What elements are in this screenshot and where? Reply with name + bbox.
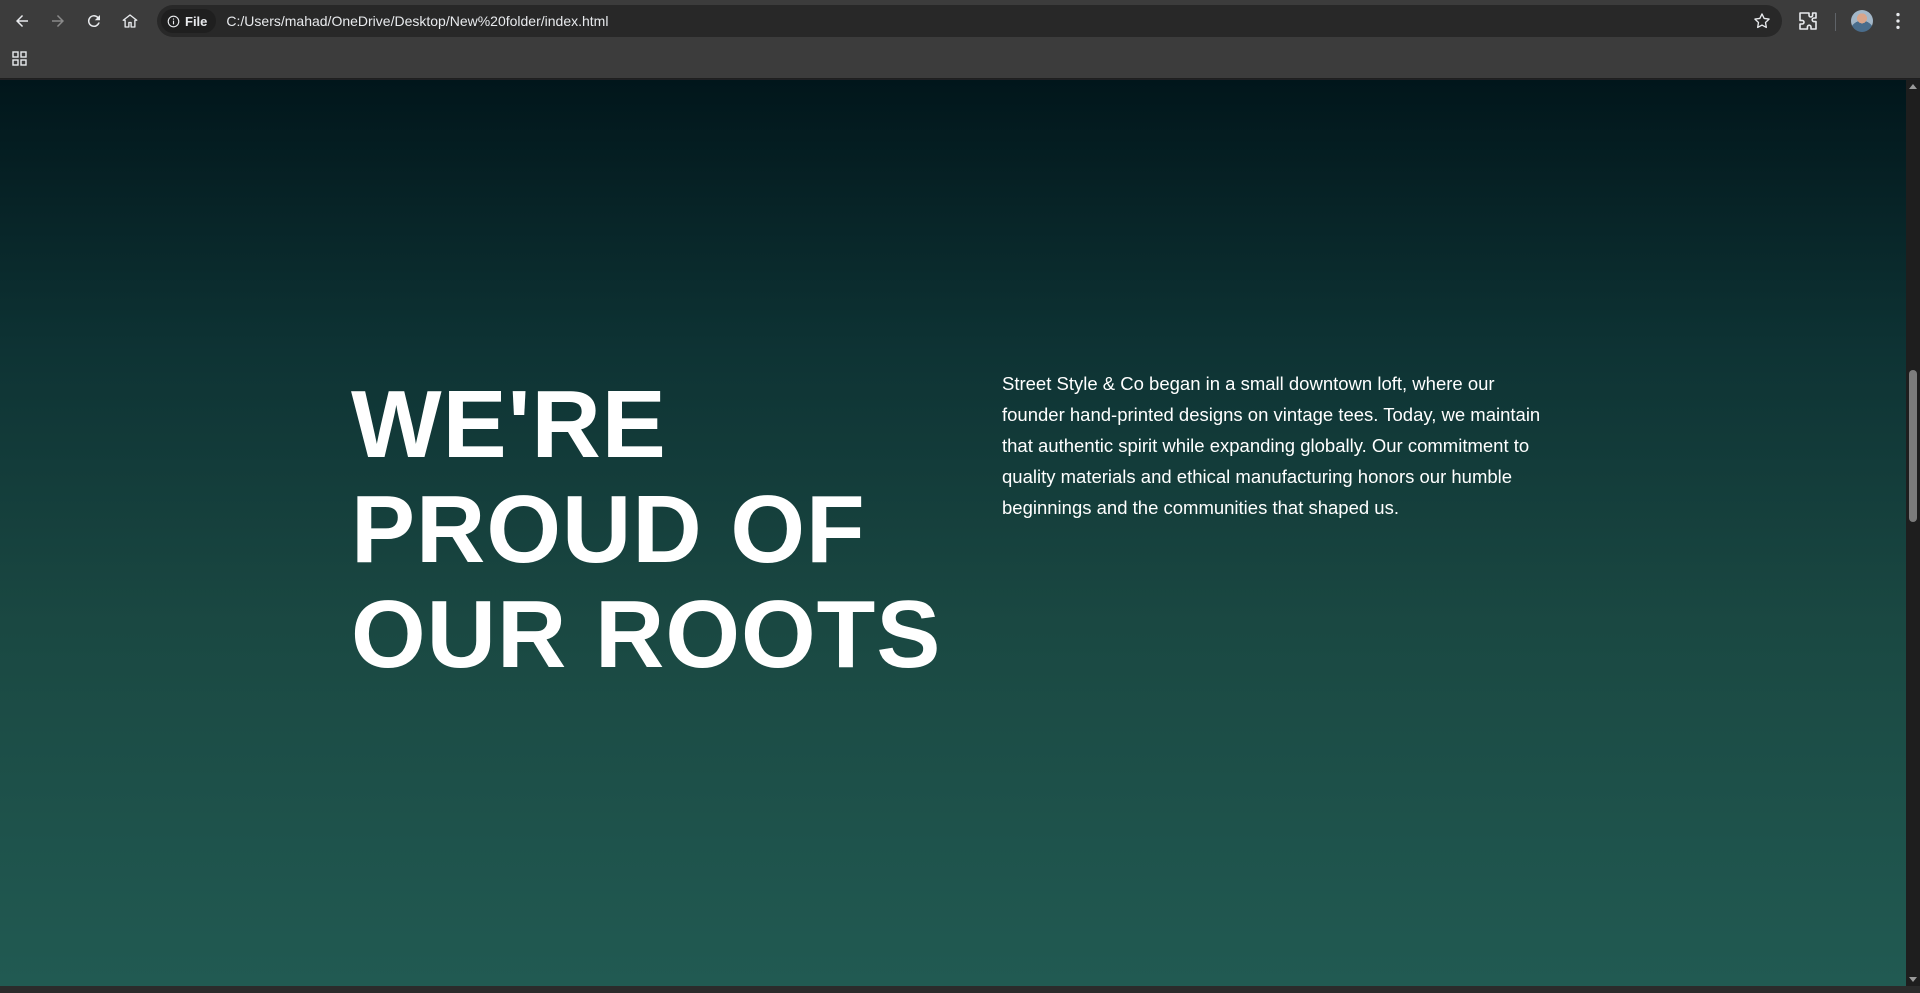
site-info-chip[interactable]: File <box>161 9 217 33</box>
url-text[interactable]: C:/Users/mahad/OneDrive/Desktop/New%20fo… <box>226 13 608 29</box>
page-viewport: WE'RE PROUD OF OUR ROOTS Street Style & … <box>0 80 1906 986</box>
browser-toolbar: File C:/Users/mahad/OneDrive/Desktop/New… <box>0 0 1920 42</box>
info-icon <box>167 15 180 27</box>
forward-arrow-icon[interactable] <box>40 3 76 39</box>
hero-paragraph: Street Style & Co began in a small downt… <box>1002 373 1541 518</box>
puzzle-icon[interactable] <box>1796 9 1820 33</box>
kebab-menu-icon[interactable] <box>1887 10 1909 32</box>
reload-icon[interactable] <box>76 3 112 39</box>
scroll-down-arrow-icon[interactable] <box>1909 977 1917 982</box>
hero-title: WE'RE PROUD OF OUR ROOTS <box>351 372 971 687</box>
hero-title-line-2: PROUD OF <box>351 476 866 583</box>
apps-grid-icon[interactable] <box>11 50 29 68</box>
star-icon[interactable] <box>1752 11 1772 31</box>
vertical-scrollbar[interactable] <box>1906 80 1920 986</box>
home-icon[interactable] <box>112 3 148 39</box>
scroll-up-arrow-icon[interactable] <box>1909 84 1917 89</box>
back-arrow-icon[interactable] <box>4 3 40 39</box>
avatar[interactable] <box>1851 10 1873 32</box>
address-bar[interactable]: File C:/Users/mahad/OneDrive/Desktop/New… <box>157 5 1782 37</box>
scrollbar-thumb[interactable] <box>1909 370 1917 522</box>
hero-title-line-3: OUR ROOTS <box>351 581 942 688</box>
bookmarks-bar <box>0 42 1920 79</box>
site-chip-label: File <box>185 13 208 29</box>
window-bottom-edge <box>0 986 1920 993</box>
hero-title-line-1: WE'RE <box>351 371 667 478</box>
toolbar-divider <box>1835 13 1836 31</box>
